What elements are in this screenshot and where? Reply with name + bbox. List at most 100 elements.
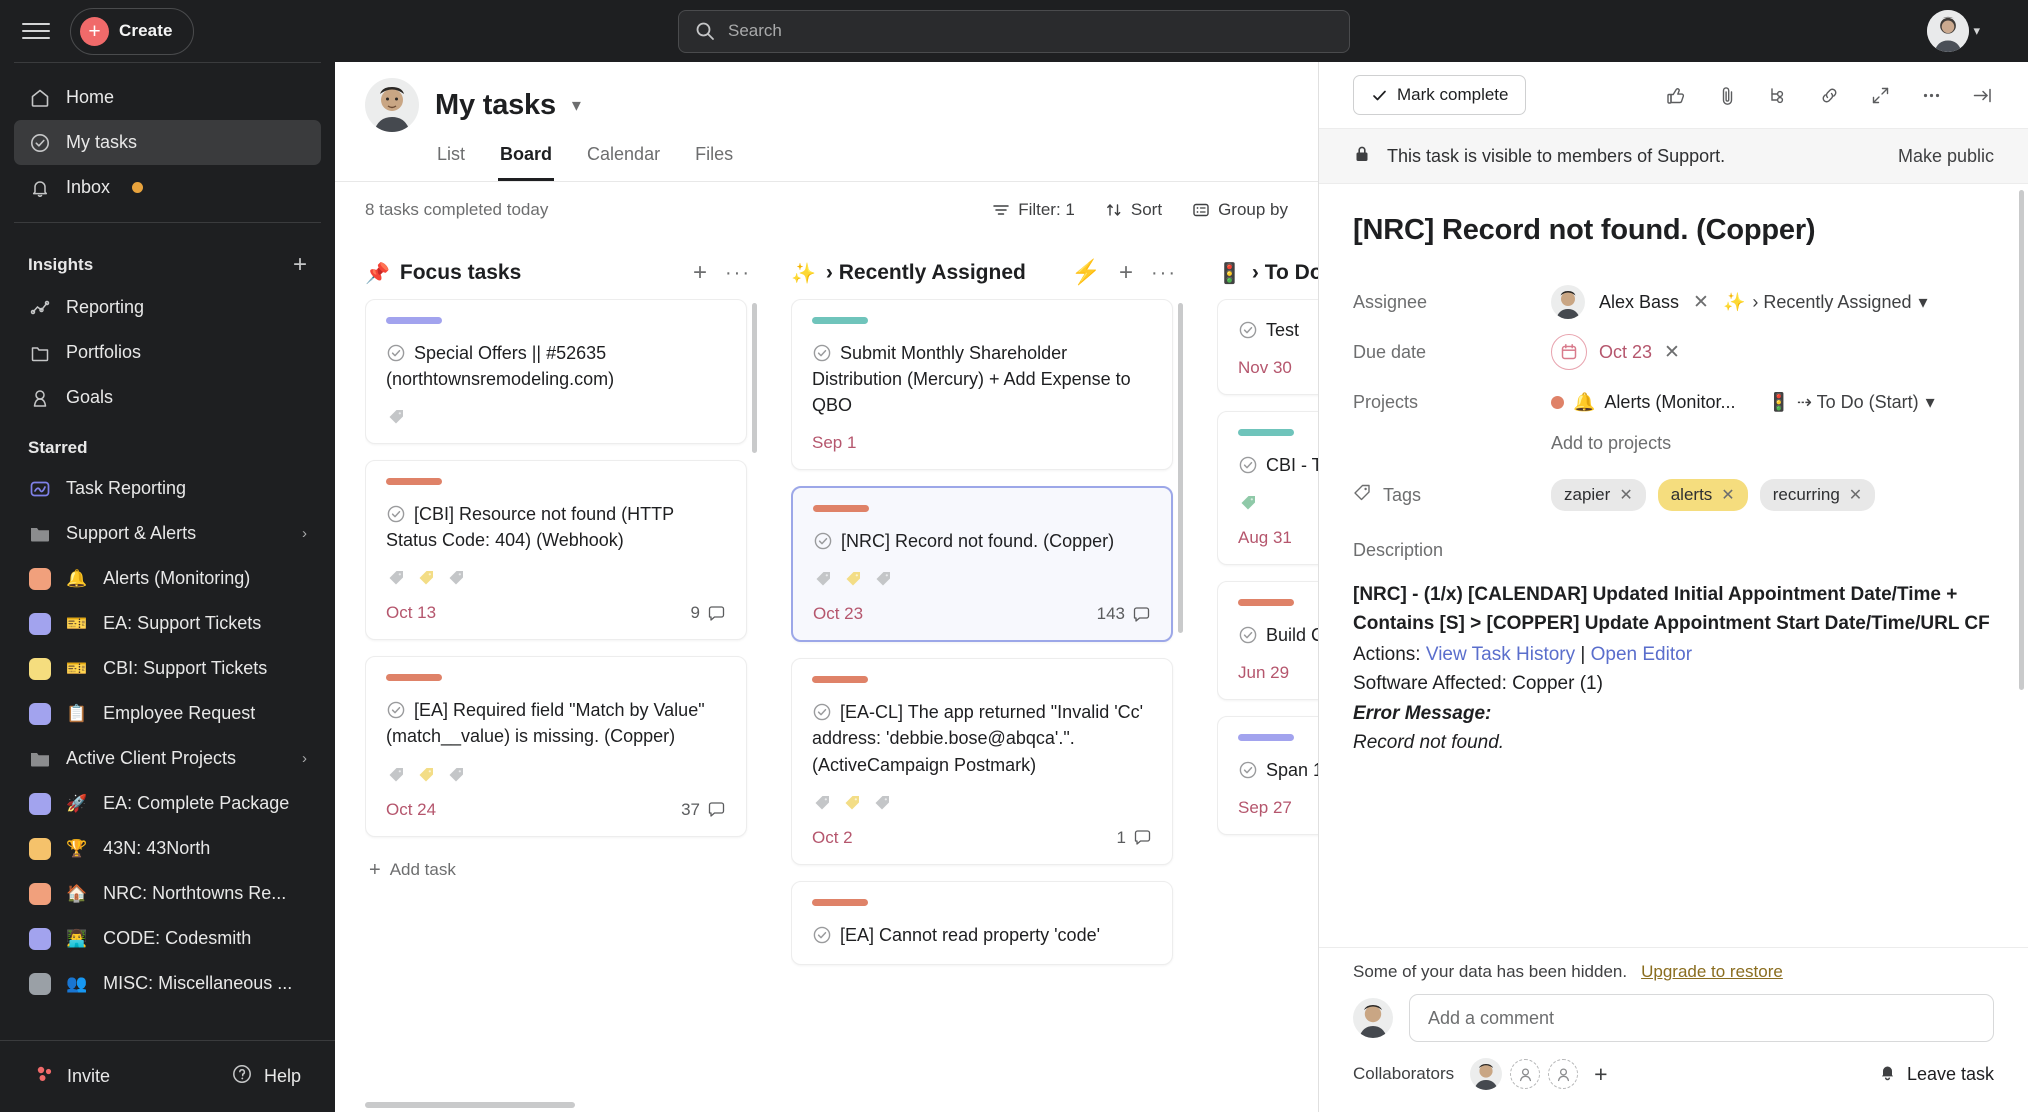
task-card-due-date[interactable]: Nov 30 (1238, 358, 1292, 378)
upgrade-to-restore-link[interactable]: Upgrade to restore (1641, 962, 1783, 982)
sidebar-item-my-tasks[interactable]: My tasks (14, 120, 321, 165)
column-more-icon[interactable]: ··· (1151, 263, 1177, 283)
assignee-section-chip[interactable]: ✨ › Recently Assigned ▾ (1723, 292, 1928, 313)
task-card-due-date[interactable]: Oct 13 (386, 603, 436, 623)
task-tag-pill[interactable]: zapier ✕ (1551, 479, 1646, 511)
task-card[interactable]: CBI - Tiers Aug 31 (1217, 411, 1318, 566)
remove-tag-button[interactable]: ✕ (1721, 485, 1734, 505)
sidebar-item-project[interactable]: 🔔 Alerts (Monitoring) (14, 556, 321, 601)
sort-button[interactable]: Sort (1105, 200, 1162, 220)
sidebar-item-project[interactable]: Support & Alerts › (14, 511, 321, 556)
assignee-value[interactable]: Alex Bass ✕ ✨ › Recently Assigned ▾ (1551, 285, 1928, 319)
tab-board[interactable]: Board (498, 136, 555, 181)
add-insight-button[interactable]: + (293, 253, 307, 277)
task-card[interactable]: Build Call Trac Native In Jun 29 (1217, 581, 1318, 701)
tab-files[interactable]: Files (693, 136, 735, 181)
sidebar-item-project[interactable]: 🏆 43N: 43North (14, 826, 321, 871)
panel-scrollbar[interactable] (2019, 190, 2024, 690)
fullscreen-icon[interactable] (1869, 84, 1892, 107)
task-card-due-date[interactable]: Sep 27 (1238, 798, 1292, 818)
tab-list[interactable]: List (435, 136, 467, 181)
sidebar-item-project[interactable]: 🚀 EA: Complete Package (14, 781, 321, 826)
create-button[interactable]: + Create (70, 7, 194, 55)
tab-calendar[interactable]: Calendar (585, 136, 662, 181)
account-menu[interactable]: ▾ (1927, 10, 1980, 52)
sidebar-item-reporting[interactable]: Reporting (14, 285, 321, 330)
task-card-due-date[interactable]: Oct 23 (813, 604, 863, 624)
task-card[interactable]: Special Offers || #52635 (northtownsremo… (365, 299, 747, 445)
column-title[interactable]: › Recently Assigned (826, 261, 1026, 285)
chevron-right-icon[interactable]: › (302, 525, 307, 542)
sidebar-item-project[interactable]: Task Reporting (14, 466, 321, 511)
complete-task-icon[interactable] (1238, 320, 1258, 340)
complete-task-icon[interactable] (812, 343, 832, 363)
view-task-history-link[interactable]: View Task History (1426, 644, 1575, 665)
sidebar-item-project[interactable]: Active Client Projects › (14, 736, 321, 781)
collapse-panel-icon[interactable] (1971, 84, 1994, 107)
make-public-button[interactable]: Make public (1898, 146, 1994, 167)
column-scrollbar[interactable] (1178, 303, 1183, 633)
chevron-down-icon[interactable]: ▾ (572, 95, 581, 116)
column-more-icon[interactable]: ··· (725, 263, 751, 283)
task-card[interactable]: Span 1 Seat) Sep 27 (1217, 716, 1318, 836)
project-stage-chip[interactable]: 🚦 ⇢ To Do (Start) ▾ (1767, 392, 1934, 413)
avatar[interactable] (1470, 1058, 1503, 1090)
lightning-icon[interactable]: ⚡ (1071, 261, 1101, 285)
project-chip[interactable]: 🔔 Alerts (Monitor... (1551, 392, 1735, 413)
add-card-button[interactable]: + (1119, 261, 1133, 285)
task-card-due-date[interactable]: Oct 24 (386, 800, 436, 820)
complete-task-icon[interactable] (386, 343, 406, 363)
sidebar-item-project[interactable]: 📋 Employee Request (14, 691, 321, 736)
complete-task-icon[interactable] (1238, 455, 1258, 475)
complete-task-icon[interactable] (1238, 760, 1258, 780)
task-card[interactable]: [EA] Cannot read property 'code' (791, 880, 1173, 965)
task-card[interactable]: [EA-CL] The app returned "Invalid 'Cc' a… (791, 658, 1173, 865)
task-title[interactable]: [NRC] Record not found. (Copper) (1353, 214, 1994, 247)
sidebar-item-project[interactable]: 🎫 CBI: Support Tickets (14, 646, 321, 691)
remove-assignee-button[interactable]: ✕ (1693, 291, 1709, 314)
more-icon[interactable] (1920, 84, 1943, 107)
task-card[interactable]: [CBI] Resource not found (HTTP Status Co… (365, 460, 747, 641)
collaborator-placeholder-icon[interactable] (1510, 1059, 1541, 1089)
remove-due-date-button[interactable]: ✕ (1664, 341, 1680, 364)
sidebar-item-portfolios[interactable]: Portfolios (14, 330, 321, 375)
due-date-value[interactable]: Oct 23 ✕ (1551, 334, 1680, 370)
mark-complete-button[interactable]: Mark complete (1353, 75, 1527, 115)
subtask-icon[interactable] (1767, 84, 1790, 107)
sidebar-item-home[interactable]: Home (14, 75, 321, 120)
hamburger-icon[interactable] (22, 17, 50, 45)
complete-task-icon[interactable] (812, 702, 832, 722)
complete-task-icon[interactable] (813, 531, 833, 551)
task-card-due-date[interactable]: Sep 1 (812, 433, 856, 453)
task-description[interactable]: [NRC] - (1/x) [CALENDAR] Updated Initial… (1353, 581, 1994, 758)
complete-task-icon[interactable] (812, 925, 832, 945)
sidebar-item-inbox[interactable]: Inbox (14, 165, 321, 210)
like-icon[interactable] (1665, 84, 1688, 107)
projects-value[interactable]: 🔔 Alerts (Monitor... 🚦 ⇢ To Do (Start) ▾ (1551, 392, 1935, 413)
sidebar-item-project[interactable]: 👨‍💻 CODE: Codesmith (14, 916, 321, 961)
link-icon[interactable] (1818, 84, 1841, 107)
task-card-due-date[interactable]: Oct 2 (812, 828, 853, 848)
column-title[interactable]: Focus tasks (400, 261, 521, 285)
search-input[interactable]: Search (678, 9, 1350, 53)
complete-task-icon[interactable] (1238, 625, 1258, 645)
column-title[interactable]: › To Do (1252, 261, 1318, 285)
chevron-right-icon[interactable]: › (302, 750, 307, 767)
task-card[interactable]: [EA] Required field "Match by Value" (ma… (365, 656, 747, 837)
sidebar-item-project[interactable]: 👥 MISC: Miscellaneous ... (14, 961, 321, 1006)
filter-button[interactable]: Filter: 1 (992, 200, 1075, 220)
add-to-projects-button[interactable]: Add to projects (1353, 427, 1994, 468)
sidebar-item-project[interactable]: 🎫 EA: Support Tickets (14, 601, 321, 646)
task-tag-pill[interactable]: alerts ✕ (1657, 479, 1748, 511)
task-card-due-date[interactable]: Aug 31 (1238, 528, 1292, 548)
task-card[interactable]: [NRC] Record not found. (Copper) Oct 23 14… (791, 486, 1173, 643)
leave-task-button[interactable]: Leave task (1878, 1062, 1994, 1086)
remove-tag-button[interactable]: ✕ (1849, 485, 1862, 505)
add-collaborator-button[interactable]: + (1594, 1062, 1607, 1086)
group-by-button[interactable]: Group by (1192, 200, 1288, 220)
column-scrollbar[interactable] (752, 303, 757, 453)
task-card-due-date[interactable]: Jun 29 (1238, 663, 1289, 683)
sidebar-item-goals[interactable]: Goals (14, 375, 321, 420)
complete-task-icon[interactable] (386, 700, 406, 720)
avatar[interactable] (1927, 10, 1970, 52)
